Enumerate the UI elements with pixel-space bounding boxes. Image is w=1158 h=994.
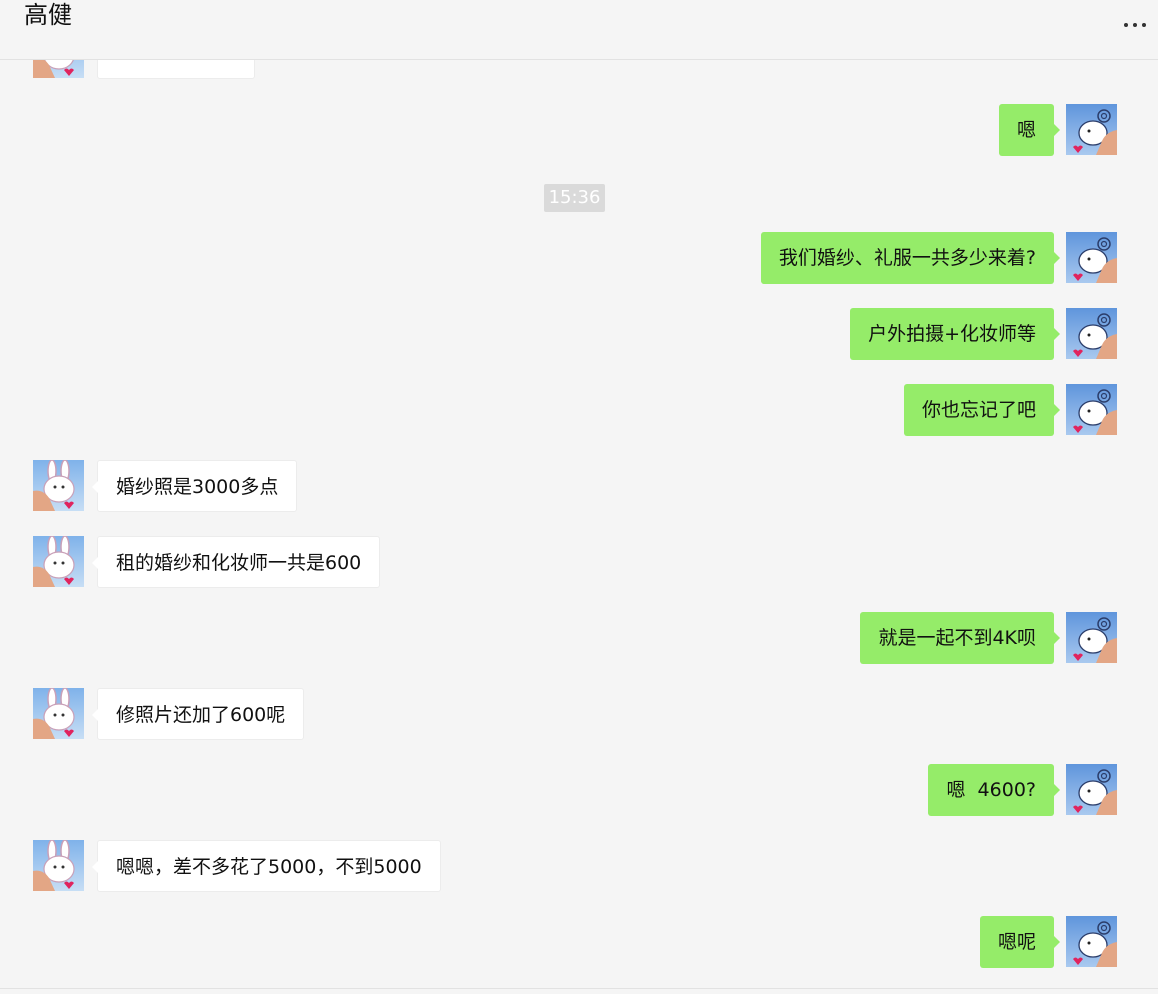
message-row-received: 租的婚纱和化妆师一共是600	[0, 536, 1158, 588]
message-row-received: 修照片还加了600呢	[0, 688, 1158, 740]
message-row-sent: 我们婚纱、礼服一共多少来着?	[0, 232, 1158, 284]
message-bubble[interactable]: 嗯嗯，差不多花了5000，不到5000	[92, 840, 441, 892]
message-bubble[interactable]: 就是一起不到4K呗	[860, 612, 1060, 664]
my-avatar[interactable]	[1066, 764, 1117, 815]
message-row-received: 嗯嗯，差不多花了5000，不到5000	[0, 840, 1158, 892]
my-avatar[interactable]	[1066, 384, 1117, 435]
message-row-sent: 嗯呢	[0, 916, 1158, 968]
message-row-received: 婚纱照是3000多点	[0, 460, 1158, 512]
message-row-sent: 嗯	[0, 104, 1158, 156]
more-horizontal-icon[interactable]	[1122, 12, 1148, 38]
message-bubble[interactable]: 你也忘记了吧	[903, 384, 1061, 436]
input-divider	[0, 988, 1158, 989]
message-bubble[interactable]: 修照片还加了600呢	[91, 688, 305, 740]
contact-avatar[interactable]	[33, 840, 84, 891]
my-avatar[interactable]	[1066, 916, 1117, 967]
message-bubble[interactable]: 户外拍摄+化妆师等	[850, 308, 1060, 360]
message-bubble[interactable]: 嗯	[998, 104, 1061, 156]
my-avatar[interactable]	[1066, 308, 1117, 359]
chat-title: 高健	[24, 1, 72, 29]
message-row-sent: 户外拍摄+化妆师等	[0, 308, 1158, 360]
contact-avatar[interactable]	[33, 688, 84, 739]
message-bubble[interactable]: 我们婚纱、礼服一共多少来着?	[760, 232, 1061, 284]
my-avatar[interactable]	[1066, 104, 1117, 155]
message-row-sent: 就是一起不到4K呗	[0, 612, 1158, 664]
message-bubble[interactable]: 租的婚纱和化妆师一共是600	[91, 536, 381, 588]
message-timestamp: 15:36	[544, 184, 605, 212]
message-bubble[interactable]: 嗯 4600?	[928, 764, 1060, 816]
message-row-sent: 嗯 4600?	[0, 764, 1158, 816]
chat-message-list[interactable]: 嗯 15:36 我们婚纱、礼服一共多少来着? 户外拍摄+化妆师等 你也忘记了吧 …	[0, 0, 1158, 994]
my-avatar[interactable]	[1066, 612, 1117, 663]
message-bubble[interactable]: 嗯呢	[979, 916, 1061, 968]
chat-header: 高健	[0, 0, 1158, 60]
my-avatar[interactable]	[1066, 232, 1117, 283]
message-bubble[interactable]: 婚纱照是3000多点	[91, 460, 298, 512]
contact-avatar[interactable]	[33, 536, 84, 587]
contact-avatar[interactable]	[33, 460, 84, 511]
message-row-sent: 你也忘记了吧	[0, 384, 1158, 436]
